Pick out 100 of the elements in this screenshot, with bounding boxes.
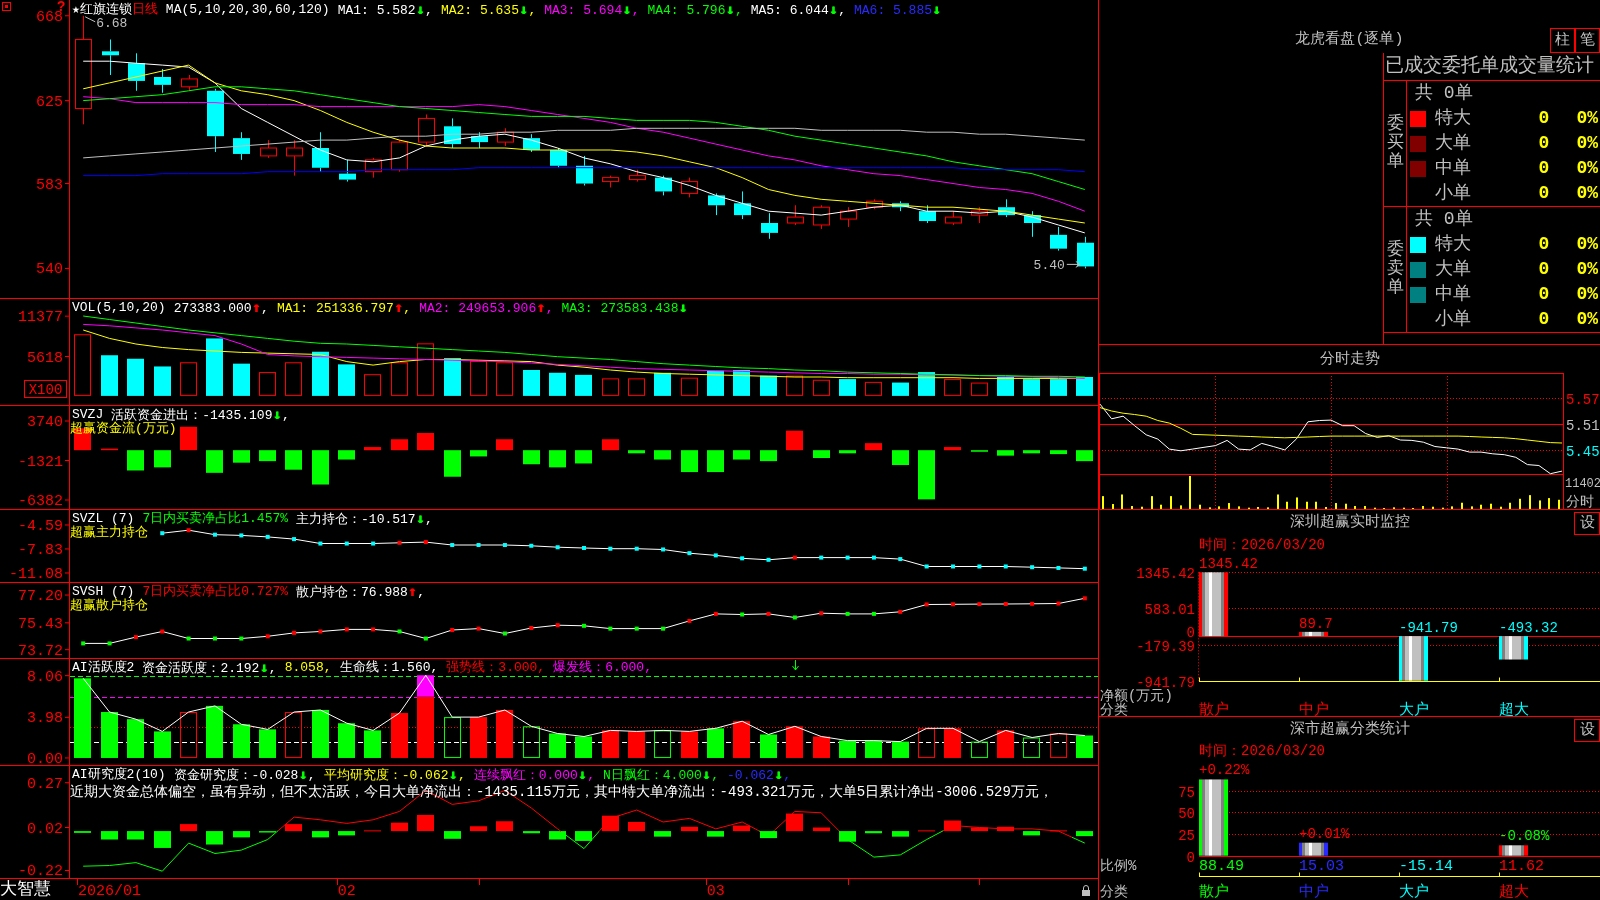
order-size-label: 大单 <box>1435 258 1471 281</box>
order-size-label: 中单 <box>1435 283 1471 306</box>
indicator-readout: N日飘红：4.000↓, <box>603 767 720 783</box>
category-label: 超大 <box>1499 884 1529 900</box>
ratio-value: 11.62 <box>1499 858 1544 875</box>
y-axis-label: 5.51 <box>1566 417 1600 434</box>
order-size-label: 大单 <box>1435 132 1471 155</box>
indicator-readout: MA5: 6.044↓, <box>750 2 846 18</box>
indicator-name: AI研究度2(10) <box>72 767 166 783</box>
indicator-subtitle: 超赢主力持仓 <box>70 525 148 540</box>
x-axis-label: 02 <box>337 883 356 900</box>
category-label: 中户 <box>1299 702 1329 716</box>
indicator-readout: 强势线：3.000, <box>446 660 546 676</box>
order-size-label: 小单 <box>1435 182 1471 205</box>
y-axis-title: X100 <box>28 382 63 398</box>
y-axis-label: 3.98 <box>27 710 63 728</box>
y-axis-label: 540 <box>36 261 63 279</box>
indicator-readout: MA1: 251336.797↑, <box>276 300 412 316</box>
axis-title: 分类 <box>1100 884 1128 900</box>
order-share: 0% <box>1576 233 1598 256</box>
y-axis-label: 75 <box>1178 784 1195 801</box>
indicator-readout: -0.062↓, <box>727 767 792 783</box>
y-axis-label: -1321 <box>18 453 63 471</box>
indicator-readout: MA2: 249653.906↑, <box>419 300 554 316</box>
annotation: 6.68 <box>96 15 128 31</box>
indicator-name: SVZL (7) <box>72 511 135 526</box>
ratio-value: 88.49 <box>1199 858 1244 875</box>
category-label: 大户 <box>1399 702 1429 716</box>
y-axis-label: 50 <box>1178 805 1195 822</box>
y-axis-label: 3740 <box>27 414 63 431</box>
indicator-readout: 平均研究度：-0.062↓, <box>323 767 466 783</box>
y-axis-label: 0.27 <box>27 775 63 793</box>
data-label: 1345.42 <box>1199 556 1258 573</box>
order-count: 0 <box>1538 233 1550 256</box>
price-annotation: 6.68 <box>84 15 128 31</box>
indicator-readout: MA4: 5.796↓, <box>647 2 743 18</box>
order-share: 0% <box>1576 182 1598 205</box>
indicator-readout: 资金研究度：-0.028↓, <box>173 767 316 783</box>
table-title: 已成交委托单成交量统计 <box>1385 55 1594 77</box>
indicator-name: SVSH (7) <box>72 584 135 599</box>
order-size-label: 特大 <box>1435 233 1471 256</box>
indicator-readout: MA1: 5.582↓, <box>337 2 433 18</box>
order-share: 0% <box>1576 157 1598 180</box>
category-label: 超大 <box>1499 702 1529 716</box>
data-label: 89.7 <box>1299 615 1333 632</box>
group-label: 委卖单 <box>1386 241 1404 298</box>
y-axis-label: 5.45 <box>1566 443 1600 460</box>
axis-title: 分类 <box>1100 702 1128 716</box>
change-label: +0.01% <box>1299 825 1350 842</box>
indicator-readout: 爆发线：6.000, <box>553 660 652 676</box>
y-axis-label: 8.06 <box>27 668 63 686</box>
app-brand: 大智慧 <box>0 879 52 900</box>
x-axis-label: 2026/01 <box>78 883 142 900</box>
y-axis-label: 1345.42 <box>1136 565 1195 582</box>
change-label: -0.08% <box>1499 828 1550 845</box>
y-axis-label: -4.59 <box>18 518 63 535</box>
y-axis-label: 75.43 <box>18 615 63 633</box>
order-count: 0 <box>1538 107 1550 130</box>
change-label: +0.22% <box>1199 762 1250 779</box>
category-label: 中户 <box>1299 884 1329 900</box>
unit-label: X100 <box>24 380 67 398</box>
order-count: 0 <box>1538 182 1550 205</box>
order-count: 0 <box>1538 258 1550 281</box>
indicator-readout: 7日内买卖净占比0.727% <box>142 584 289 599</box>
price-annotation: 5.40 <box>1033 258 1081 274</box>
order-size-label: 中单 <box>1435 157 1471 180</box>
y-axis-label: 5.57 <box>1566 391 1600 408</box>
indicator-name: VOL(5,10,20) <box>72 300 166 316</box>
y-axis-label: -6382 <box>18 493 63 509</box>
report-time: 时间：2026/03/20 <box>1199 743 1325 759</box>
indicator-readout: MA6: 5.885↓ <box>854 2 942 18</box>
y-axis-label: 0.00 <box>27 750 63 765</box>
category-label: 散户 <box>1199 702 1229 716</box>
order-count: 0 <box>1538 308 1550 331</box>
order-total: 共 0单 <box>1415 209 1473 229</box>
scale-label: 11402 <box>1565 477 1600 491</box>
panel-title: 分时走势 <box>1319 351 1380 368</box>
indicator-readout: 生命线：1.560, <box>339 660 439 676</box>
y-axis-label: -7.83 <box>18 541 63 559</box>
y-axis-label: 583 <box>36 176 63 194</box>
indicator-name: AI活跃度2 <box>72 660 135 676</box>
indicator-name: MA(5,10,20,30,60,120) <box>165 2 330 18</box>
indicator-subtitle: 超赢散户持仓 <box>70 598 148 613</box>
order-count: 0 <box>1538 283 1550 306</box>
category-label: 大户 <box>1399 884 1429 900</box>
order-count: 0 <box>1538 157 1550 180</box>
y-axis-label: 5618 <box>27 349 63 367</box>
order-share: 0% <box>1576 107 1598 130</box>
y-axis-label: 77.20 <box>18 588 63 606</box>
y-axis-label: -0.22 <box>18 863 63 879</box>
annotation: 5.40 <box>1033 258 1065 274</box>
ratio-value: -15.14 <box>1399 858 1453 875</box>
indicator-readout: 273383.000↑, <box>173 300 269 316</box>
y-axis-label: 0 <box>1186 624 1195 641</box>
y-axis-label: -179.39 <box>1136 638 1195 655</box>
y-axis-label: 11377 <box>18 309 63 327</box>
indicator-readout: 资金活跃度：2.192↓, <box>142 660 277 676</box>
y-axis-label: 625 <box>36 93 63 111</box>
indicator-readout: 连续飘红：0.000↓, <box>473 767 595 783</box>
report-time: 时间：2026/03/20 <box>1199 537 1325 553</box>
